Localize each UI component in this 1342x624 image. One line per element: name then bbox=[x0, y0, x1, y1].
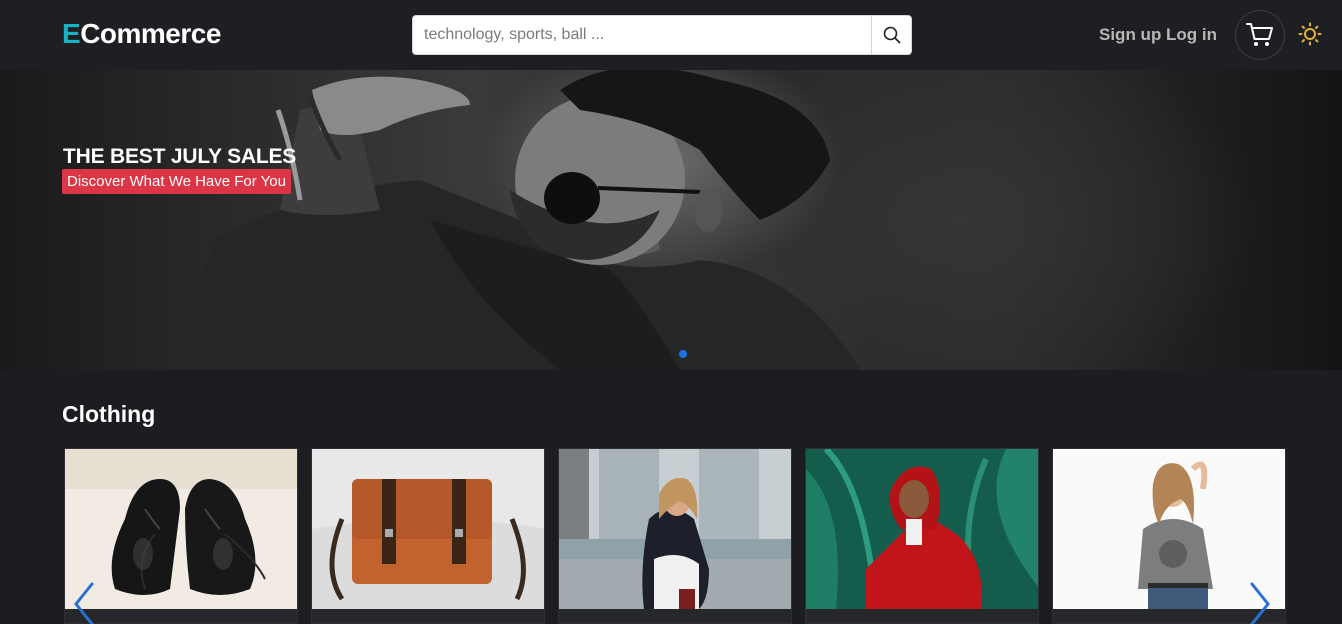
product-carousel bbox=[64, 448, 1286, 624]
hero-carousel[interactable]: THE BEST JULY SALES Discover What We Hav… bbox=[0, 70, 1342, 370]
carousel-next-button[interactable] bbox=[1246, 580, 1276, 624]
product-image-red-hoodie bbox=[806, 449, 1038, 609]
chevron-left-icon bbox=[74, 582, 94, 624]
hero-subtitle-badge: Discover What We Have For You bbox=[62, 169, 291, 194]
search-input[interactable] bbox=[413, 16, 871, 54]
hero-image bbox=[170, 70, 860, 370]
product-image-woman-coat bbox=[559, 449, 791, 609]
chevron-right-icon bbox=[1250, 582, 1270, 624]
hero-title: THE BEST JULY SALES bbox=[63, 145, 297, 168]
product-image-shoes bbox=[65, 449, 297, 609]
cart-icon bbox=[1246, 23, 1273, 46]
brand-logo[interactable]: ECommerce bbox=[62, 18, 221, 50]
section-title: Clothing bbox=[62, 401, 156, 427]
sun-icon bbox=[1298, 22, 1322, 46]
product-card[interactable] bbox=[805, 448, 1039, 624]
search-bar bbox=[412, 15, 912, 55]
top-navbar: ECommerce Sign up Log in bbox=[0, 0, 1342, 70]
product-image-bag bbox=[312, 449, 544, 609]
product-card[interactable] bbox=[558, 448, 792, 624]
carousel-indicator[interactable] bbox=[679, 350, 687, 358]
logo-text: Commerce bbox=[80, 18, 221, 49]
carousel-prev-button[interactable] bbox=[68, 580, 98, 624]
signup-link[interactable]: Sign up bbox=[1099, 25, 1161, 45]
login-link[interactable]: Log in bbox=[1166, 25, 1217, 45]
search-button[interactable] bbox=[871, 16, 911, 54]
theme-toggle-button[interactable] bbox=[1298, 22, 1322, 46]
cart-button[interactable] bbox=[1235, 10, 1285, 60]
product-card[interactable] bbox=[311, 448, 545, 624]
product-card[interactable] bbox=[64, 448, 298, 624]
search-icon bbox=[883, 26, 900, 44]
logo-first-letter: E bbox=[62, 18, 81, 49]
